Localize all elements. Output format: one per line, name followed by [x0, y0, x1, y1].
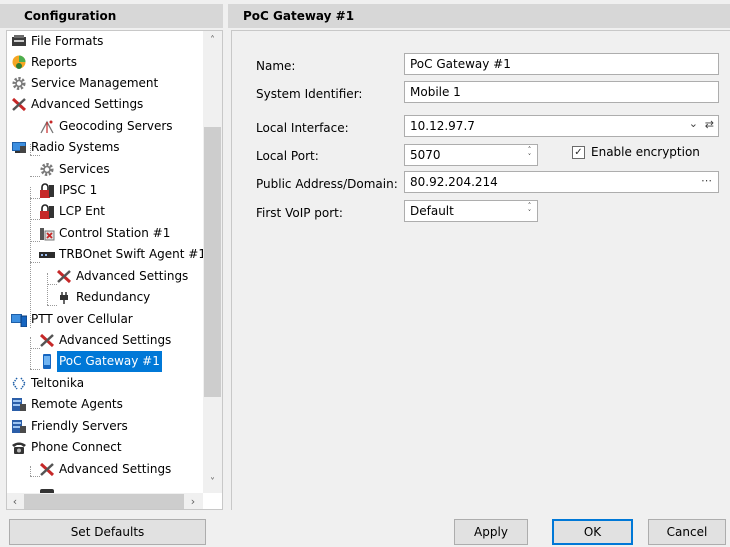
- tree-vertical-scrollbar[interactable]: ˄ ˅: [203, 31, 222, 493]
- browse-ellipsis-icon[interactable]: ⋯: [701, 174, 712, 187]
- local-port-label: Local Port:: [256, 149, 319, 163]
- stepper-arrows-icon[interactable]: ˄ ˅: [525, 147, 534, 163]
- first-voip-port-stepper[interactable]: Default ˄ ˅: [404, 200, 538, 222]
- horizontal-scroll-thumb[interactable]: [24, 494, 184, 509]
- apply-button[interactable]: Apply: [454, 519, 528, 545]
- local-interface-label: Local Interface:: [256, 121, 349, 135]
- system-identifier-label: System Identifier:: [256, 87, 363, 101]
- configuration-tree: File Formats Reports Service Management: [6, 30, 223, 510]
- tree-connector: [47, 273, 48, 305]
- teltonika-icon: [12, 377, 26, 390]
- tree-connector: [30, 337, 31, 369]
- tree-connector: [30, 466, 31, 476]
- stepper-arrows-icon[interactable]: ˄ ˅: [525, 203, 534, 219]
- tree-connector: [30, 219, 40, 220]
- tools-icon: [56, 269, 72, 284]
- system-identifier-field[interactable]: Mobile 1: [404, 81, 719, 103]
- name-label: Name:: [256, 59, 296, 73]
- tree-connector: [47, 284, 57, 285]
- tree-connector: [30, 369, 40, 370]
- scroll-up-arrow-icon[interactable]: ˄: [203, 33, 222, 49]
- public-address-label: Public Address/Domain:: [256, 177, 398, 191]
- configuration-pane: Configuration File Formats Reports Servi…: [0, 0, 223, 547]
- local-port-stepper[interactable]: 5070 ˄ ˅: [404, 144, 538, 166]
- tools-icon: [39, 462, 55, 477]
- tree-connector: [30, 198, 40, 199]
- reports-icon: [12, 55, 26, 69]
- tools-icon: [39, 333, 55, 348]
- refresh-icon[interactable]: ⇄: [705, 118, 714, 131]
- tree-connector: [47, 305, 57, 306]
- local-interface-select[interactable]: 10.12.97.7 ⌄ ⇄: [404, 115, 719, 137]
- plug-icon: [60, 292, 68, 304]
- server-icon: [12, 398, 26, 411]
- control-station-icon: [40, 228, 55, 241]
- public-address-field[interactable]: 80.92.204.214 ⋯: [404, 171, 719, 193]
- ptt-cellular-icon: [11, 314, 27, 327]
- name-field[interactable]: PoC Gateway #1: [404, 53, 719, 75]
- tree-viewport: File Formats Reports Service Management: [7, 31, 203, 493]
- swift-agent-icon: [39, 252, 55, 258]
- scroll-left-arrow-icon[interactable]: ‹: [7, 493, 23, 509]
- configuration-title: Configuration: [0, 4, 223, 28]
- cancel-button[interactable]: Cancel: [648, 519, 726, 545]
- locked-radio-icon: [40, 183, 54, 198]
- tools-icon: [11, 97, 27, 112]
- tree-connector: [30, 241, 40, 242]
- tree-connector: [30, 262, 40, 263]
- phone-icon: [43, 354, 51, 369]
- scroll-right-arrow-icon[interactable]: ›: [185, 493, 201, 509]
- server-icon: [12, 420, 26, 433]
- enable-encryption-label: Enable encryption: [591, 145, 700, 159]
- first-voip-port-label: First VoIP port:: [256, 206, 343, 220]
- telephone-icon: [40, 489, 54, 493]
- locked-radio-icon: [40, 204, 54, 219]
- tree-connector: [30, 187, 31, 328]
- tree-connector: [30, 348, 40, 349]
- dropdown-arrow-icon[interactable]: ⌄: [689, 117, 698, 130]
- file-formats-icon: [12, 35, 26, 46]
- geocoding-icon: [40, 120, 54, 134]
- gear-icon: [40, 163, 54, 176]
- gear-icon: [12, 77, 26, 90]
- ok-button[interactable]: OK: [552, 519, 633, 545]
- enable-encryption-checkbox[interactable]: ✓: [572, 146, 585, 159]
- set-defaults-button[interactable]: Set Defaults: [9, 519, 206, 545]
- gateway-settings-panel: Name: PoC Gateway #1 System Identifier: …: [231, 30, 730, 510]
- details-title: PoC Gateway #1: [228, 4, 730, 28]
- vertical-scroll-thumb[interactable]: [204, 127, 221, 397]
- telephone-icon: [12, 442, 26, 454]
- scroll-down-arrow-icon[interactable]: ˅: [203, 475, 222, 491]
- radio-systems-icon: [12, 142, 26, 153]
- tree-horizontal-scrollbar[interactable]: ‹ ›: [7, 493, 203, 509]
